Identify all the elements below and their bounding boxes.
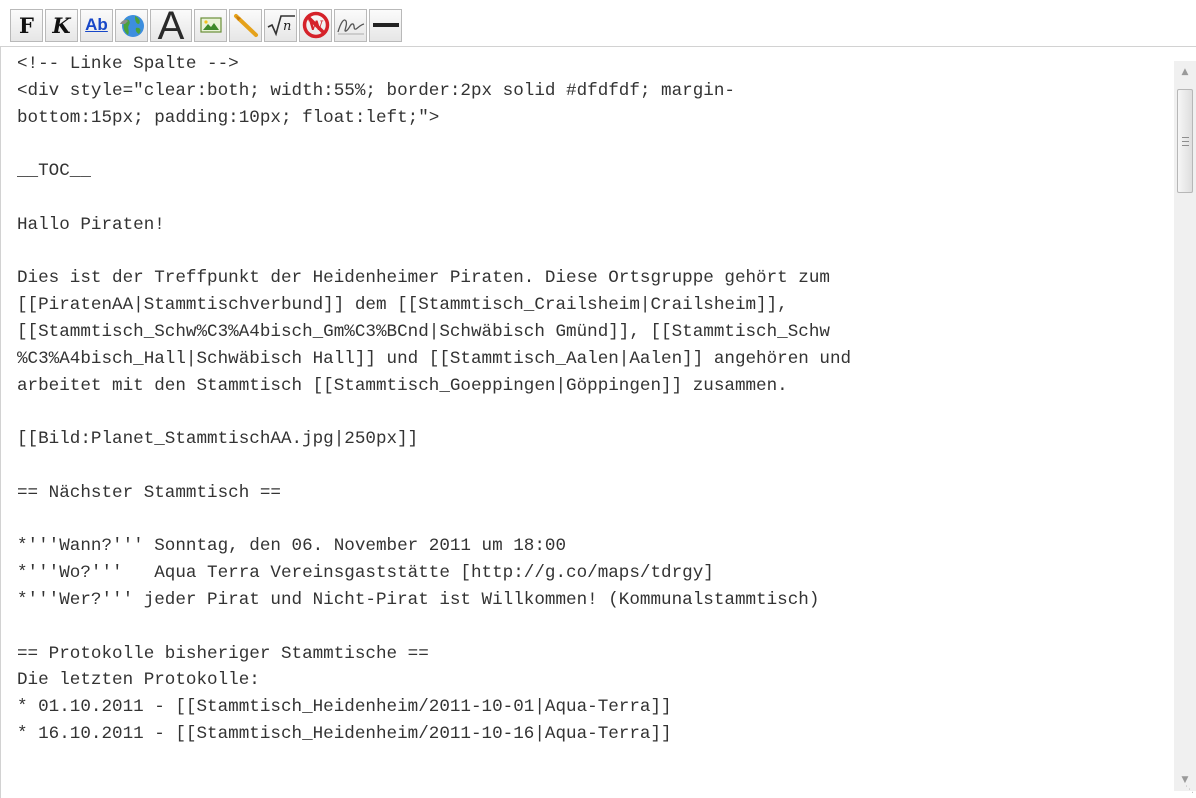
wikitext-line: Dies ist der Treffpunkt der Heidenheimer… (17, 268, 830, 289)
wikitext-line: *'''Wer?''' jeder Pirat und Nicht-Pirat … (17, 589, 820, 610)
headline-label: A (157, 8, 185, 42)
wikitext-line: [[PiratenAA|Stammtischverbund]] dem [[St… (17, 295, 788, 316)
wikitext-line: __TOC__ (17, 161, 91, 182)
wikitext-line (17, 185, 1167, 212)
wikitext-line (17, 453, 1167, 480)
no-wiki-icon: W (302, 11, 329, 39)
wikitext-line: * 16.10.2011 - [[Stammtisch_Heidenheim/2… (17, 723, 672, 744)
resize-handle-icon[interactable]: ⋱ (1182, 784, 1194, 796)
wikitext-line: %C3%A4bisch_Hall|Schwäbisch Hall]] und [… (17, 348, 852, 369)
headline-button[interactable]: A (150, 8, 192, 42)
wikitext-line: *'''Wo?''' Aqua Terra Vereinsgaststätte … (17, 563, 714, 584)
horizontal-line-button[interactable] (369, 8, 402, 42)
scroll-up-icon[interactable]: ▲ (1174, 61, 1196, 83)
square-root-icon: n (267, 15, 295, 37)
nowiki-button[interactable]: W (299, 8, 332, 42)
scrollbar-thumb[interactable] (1177, 89, 1193, 193)
media-button[interactable] (229, 8, 262, 42)
wikitext-line (17, 239, 1167, 266)
wikitext-line (17, 131, 1167, 158)
wikitext-line (17, 614, 1167, 641)
wikitext-line: [[Bild:Planet_StammtischAA.jpg|250px]] (17, 429, 419, 450)
wikitext-line: * 01.10.2011 - [[Stammtisch_Heidenheim/2… (17, 697, 672, 718)
external-link-button[interactable] (115, 8, 148, 42)
bold-button[interactable]: F (10, 8, 43, 42)
internal-link-label: Ab (85, 15, 108, 34)
wikitext-line: <div style="clear:both; width:55%; borde… (17, 80, 735, 101)
wikitext-line: bottom:15px; padding:10px; float:left;"> (17, 107, 440, 128)
image-icon (199, 17, 222, 33)
wikitext-content[interactable]: <!-- Linke Spalte --> <div style="clear:b… (17, 51, 1167, 795)
signature-button[interactable] (334, 8, 367, 42)
wikitext-line: Hallo Piraten! (17, 214, 165, 235)
math-formula-button[interactable]: n (264, 8, 297, 42)
wikitext-line: == Nächster Stammtisch == (17, 482, 281, 503)
bold-label: F (19, 12, 34, 38)
wikitext-line: <!-- Linke Spalte --> (17, 54, 239, 74)
italic-label: K (52, 12, 71, 38)
wikitext-editor[interactable]: <!-- Linke Spalte --> <div style="clear:b… (0, 46, 1196, 798)
wikitext-line: Die letzten Protokolle: (17, 670, 260, 691)
wikitext-line: [[Stammtisch_Schw%C3%A4bisch_Gm%C3%BCnd|… (17, 321, 830, 342)
wikitext-line (17, 399, 1167, 426)
media-icon (233, 14, 258, 37)
wikitext-line: == Protokolle bisheriger Stammtische == (17, 643, 429, 664)
horizontal-line-icon (372, 23, 399, 27)
wikitext-line: *'''Wann?''' Sonntag, den 06. November 2… (17, 536, 567, 557)
signature-icon (336, 19, 364, 35)
internal-link-button[interactable]: Ab (80, 8, 113, 42)
globe-icon (119, 15, 144, 37)
edit-toolbar: F K Ab A n W (10, 4, 402, 46)
grip-icon (1181, 136, 1189, 146)
svg-text:n: n (283, 19, 291, 34)
wikitext-line (17, 507, 1167, 534)
italic-button[interactable]: K (45, 8, 78, 42)
vertical-scrollbar[interactable]: ▲ ▼ (1174, 61, 1196, 791)
image-button[interactable] (194, 8, 227, 42)
wikitext-line: arbeitet mit den Stammtisch [[Stammtisch… (17, 375, 788, 396)
svg-text:W: W (307, 19, 323, 34)
